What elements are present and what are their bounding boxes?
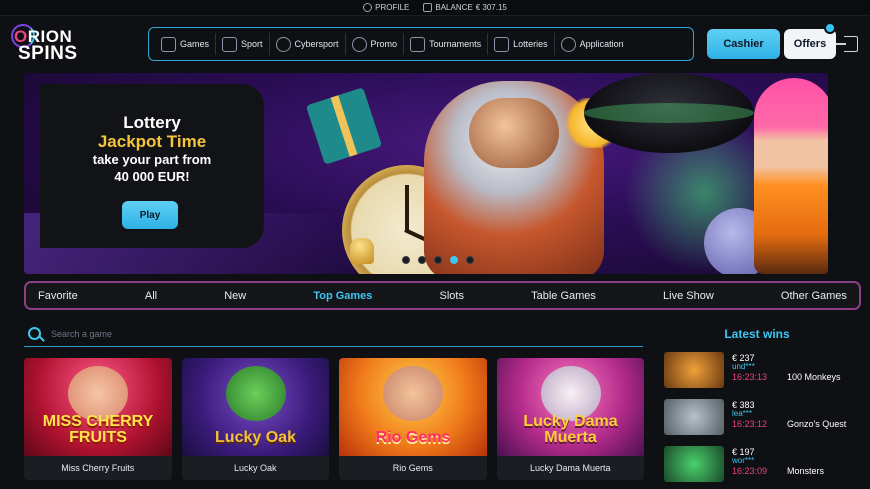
brand-logo[interactable]: ORION SPINS (11, 24, 94, 64)
win-game-thumbnail (664, 399, 724, 435)
nav-item-cybersport[interactable]: Cybersport (270, 33, 346, 55)
balance-label: BALANCE (435, 3, 473, 12)
notification-dot (824, 22, 836, 34)
profile-icon (363, 3, 373, 12)
promo-title: Lottery (123, 113, 181, 132)
tab-top-games[interactable]: Top Games (313, 290, 372, 302)
game-thumbnail: Lucky Oak (181, 358, 329, 456)
game-logo-text: Rio Gems (375, 429, 451, 446)
search-icon[interactable] (28, 327, 41, 340)
game-tile[interactable]: Lucky Oak Lucky Oak (181, 358, 329, 480)
game-tile[interactable]: MISS CHERRY FRUITS Miss Cherry Fruits (24, 358, 172, 480)
win-game-thumbnail (664, 352, 724, 388)
tournaments-icon (410, 36, 426, 52)
controller-icon (275, 36, 291, 52)
nav-item-games[interactable]: Games (155, 33, 217, 55)
main-nav: Games Sport Cybersport Promo Tournaments… (148, 27, 694, 61)
game-tile[interactable]: Lucky Dama Muerta Lucky Dama Muerta (496, 358, 644, 480)
space-girl-image (754, 78, 828, 274)
carousel-dot[interactable] (418, 256, 426, 264)
win-user: wor*** (732, 456, 755, 465)
nav-item-tournaments[interactable]: Tournaments (404, 33, 489, 55)
download-icon (560, 36, 576, 52)
win-user: und*** (732, 362, 755, 371)
game-title: Lucky Oak (181, 456, 329, 480)
win-time: 16:23:09 (732, 466, 768, 476)
carousel-dot[interactable] (466, 256, 474, 264)
diamond-icon (494, 36, 510, 52)
tab-favorite[interactable]: Favorite (38, 290, 78, 302)
trophy-icon (222, 36, 238, 52)
tab-new[interactable]: New (224, 290, 246, 302)
carousel-dot-active[interactable] (450, 256, 458, 264)
game-tile[interactable]: Rio Gems Rio Gems (339, 358, 487, 480)
game-logo-text: MISS CHERRY FRUITS (42, 413, 154, 446)
win-game-name: Gonzo's Quest (787, 419, 847, 429)
tab-all[interactable]: All (145, 290, 157, 302)
balance-display[interactable]: BALANCE € 307.15 (423, 3, 507, 12)
game-title: Miss Cherry Fruits (24, 456, 172, 480)
category-tabs: Favorite All New Top Games Slots Table G… (24, 281, 861, 310)
latest-wins-title: Latest wins (724, 327, 790, 341)
tab-live-show[interactable]: Live Show (663, 290, 714, 302)
logout-icon[interactable] (836, 36, 858, 52)
search-input[interactable] (51, 328, 611, 339)
game-search (24, 321, 643, 347)
bell-image (350, 238, 374, 264)
promo-subtitle: Jackpot Time (97, 132, 207, 151)
wallet-icon (423, 3, 433, 12)
game-logo-text: Lucky Oak (215, 429, 296, 446)
horseshoe-icon (351, 36, 367, 52)
ufo-image (584, 73, 754, 153)
cashier-button[interactable]: Cashier (707, 29, 780, 59)
tab-table-games[interactable]: Table Games (531, 290, 596, 302)
header: ORION SPINS Games Sport Cybersport Promo… (0, 17, 870, 69)
promo-card: Lottery Jackpot Time take your part from… (40, 84, 264, 248)
win-user: lea*** (732, 409, 753, 418)
win-game-name: Monsters (787, 466, 825, 476)
tab-slots[interactable]: Slots (440, 290, 464, 302)
win-game-thumbnail (664, 446, 724, 482)
gift-box-image (305, 87, 383, 165)
account-strip: PROFILE BALANCE € 307.15 (0, 0, 870, 16)
game-grid: MISS CHERRY FRUITS Miss Cherry Fruits Lu… (24, 358, 644, 488)
carousel-dot[interactable] (402, 256, 410, 264)
game-logo-text: Lucky Dama Muerta (523, 413, 618, 446)
games-icon (161, 36, 176, 52)
nav-item-promo[interactable]: Promo (346, 33, 405, 55)
latest-win-item[interactable]: € 383 lea*** 16:23:12 Gonzo's Quest (664, 399, 864, 437)
balance-value: € 307.15 (475, 3, 507, 12)
game-thumbnail: MISS CHERRY FRUITS (24, 358, 172, 456)
latest-win-item[interactable]: € 197 wor*** 16:23:09 Monsters (664, 446, 864, 484)
game-title: Rio Gems (339, 456, 487, 480)
nav-item-lotteries[interactable]: Lotteries (488, 33, 555, 55)
game-title: Lucky Dama Muerta (496, 456, 644, 480)
tab-other-games[interactable]: Other Games (781, 290, 847, 302)
latest-win-item[interactable]: € 237 und*** 16:23:13 100 Monkeys (664, 352, 864, 390)
carousel-dots (402, 256, 474, 264)
game-thumbnail: Rio Gems (339, 358, 487, 456)
win-time: 16:23:12 (732, 419, 768, 429)
promo-text: take your part from (92, 152, 212, 167)
win-time: 16:23:13 (732, 372, 768, 382)
profile-link[interactable]: PROFILE (363, 3, 409, 12)
promo-amount: 40 000 EUR! (114, 169, 190, 184)
profile-label: PROFILE (375, 3, 410, 12)
win-game-name: 100 Monkeys (787, 372, 841, 382)
game-thumbnail: Lucky Dama Muerta (496, 358, 644, 456)
carousel-dot[interactable] (434, 256, 442, 264)
astronaut-face-image (469, 98, 559, 168)
play-button[interactable]: Play (122, 201, 178, 229)
nav-item-application[interactable]: Application (555, 33, 630, 55)
nav-item-sport[interactable]: Sport (216, 33, 270, 55)
